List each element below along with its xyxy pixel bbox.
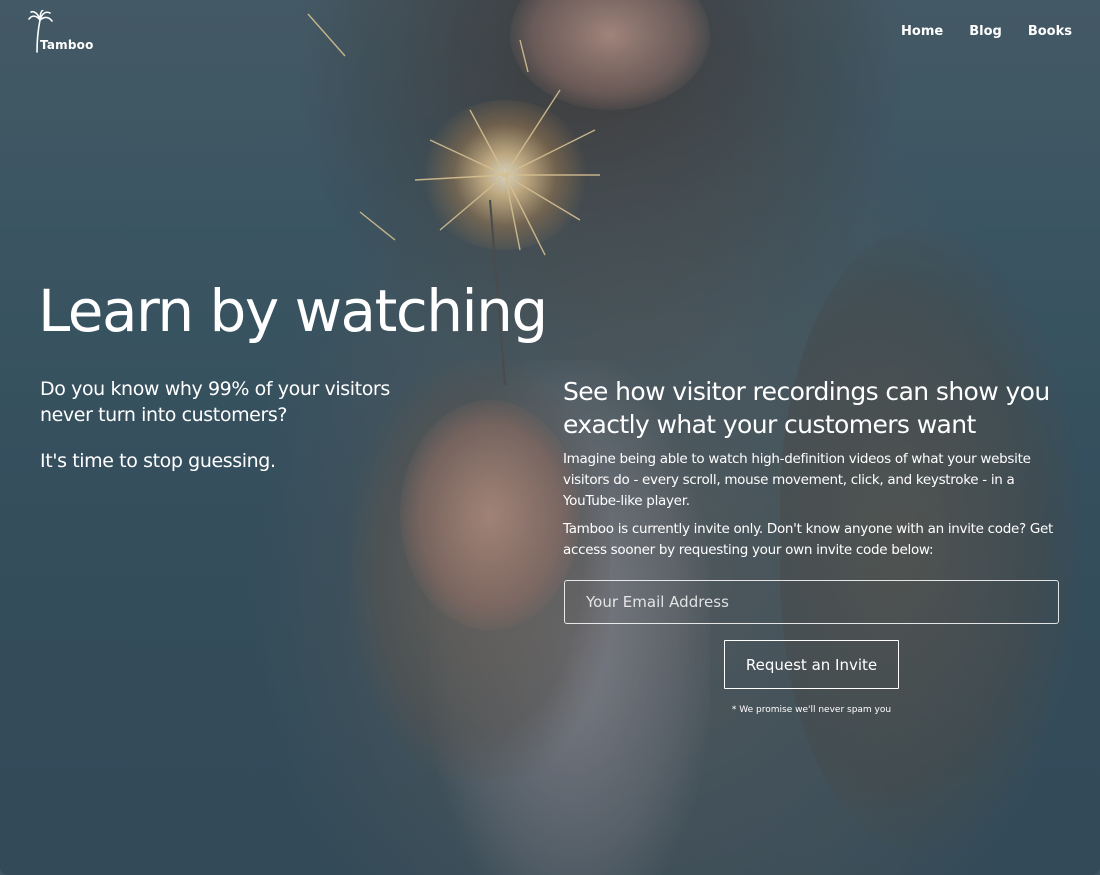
signup-column: See how visitor recordings can show you … — [563, 375, 1063, 568]
signup-heading: See how visitor recordings can show you … — [563, 377, 1050, 439]
nav-books-link[interactable]: Books — [1028, 24, 1072, 39]
brand-name: Tamboo — [40, 38, 94, 52]
top-nav: Home Blog Books — [901, 24, 1072, 39]
nav-home-link[interactable]: Home — [901, 24, 943, 39]
hero-tagline: It's time to stop guessing. — [40, 450, 276, 472]
hero-title: Learn by watching — [38, 277, 548, 345]
email-field[interactable] — [564, 580, 1059, 624]
hero-question: Do you know why 99% of your visitors nev… — [40, 378, 390, 426]
hero-left-column: Do you know why 99% of your visitors nev… — [40, 376, 460, 474]
request-invite-button[interactable]: Request an Invite — [724, 640, 899, 689]
spam-disclaimer: * We promise we'll never spam you — [731, 705, 892, 715]
signup-description: Imagine being able to watch high-definit… — [563, 451, 1031, 509]
signup-invite-text: Tamboo is currently invite only. Don't k… — [563, 521, 1054, 558]
brand-logo[interactable]: Tamboo — [26, 10, 96, 58]
nav-blog-link[interactable]: Blog — [969, 24, 1002, 39]
